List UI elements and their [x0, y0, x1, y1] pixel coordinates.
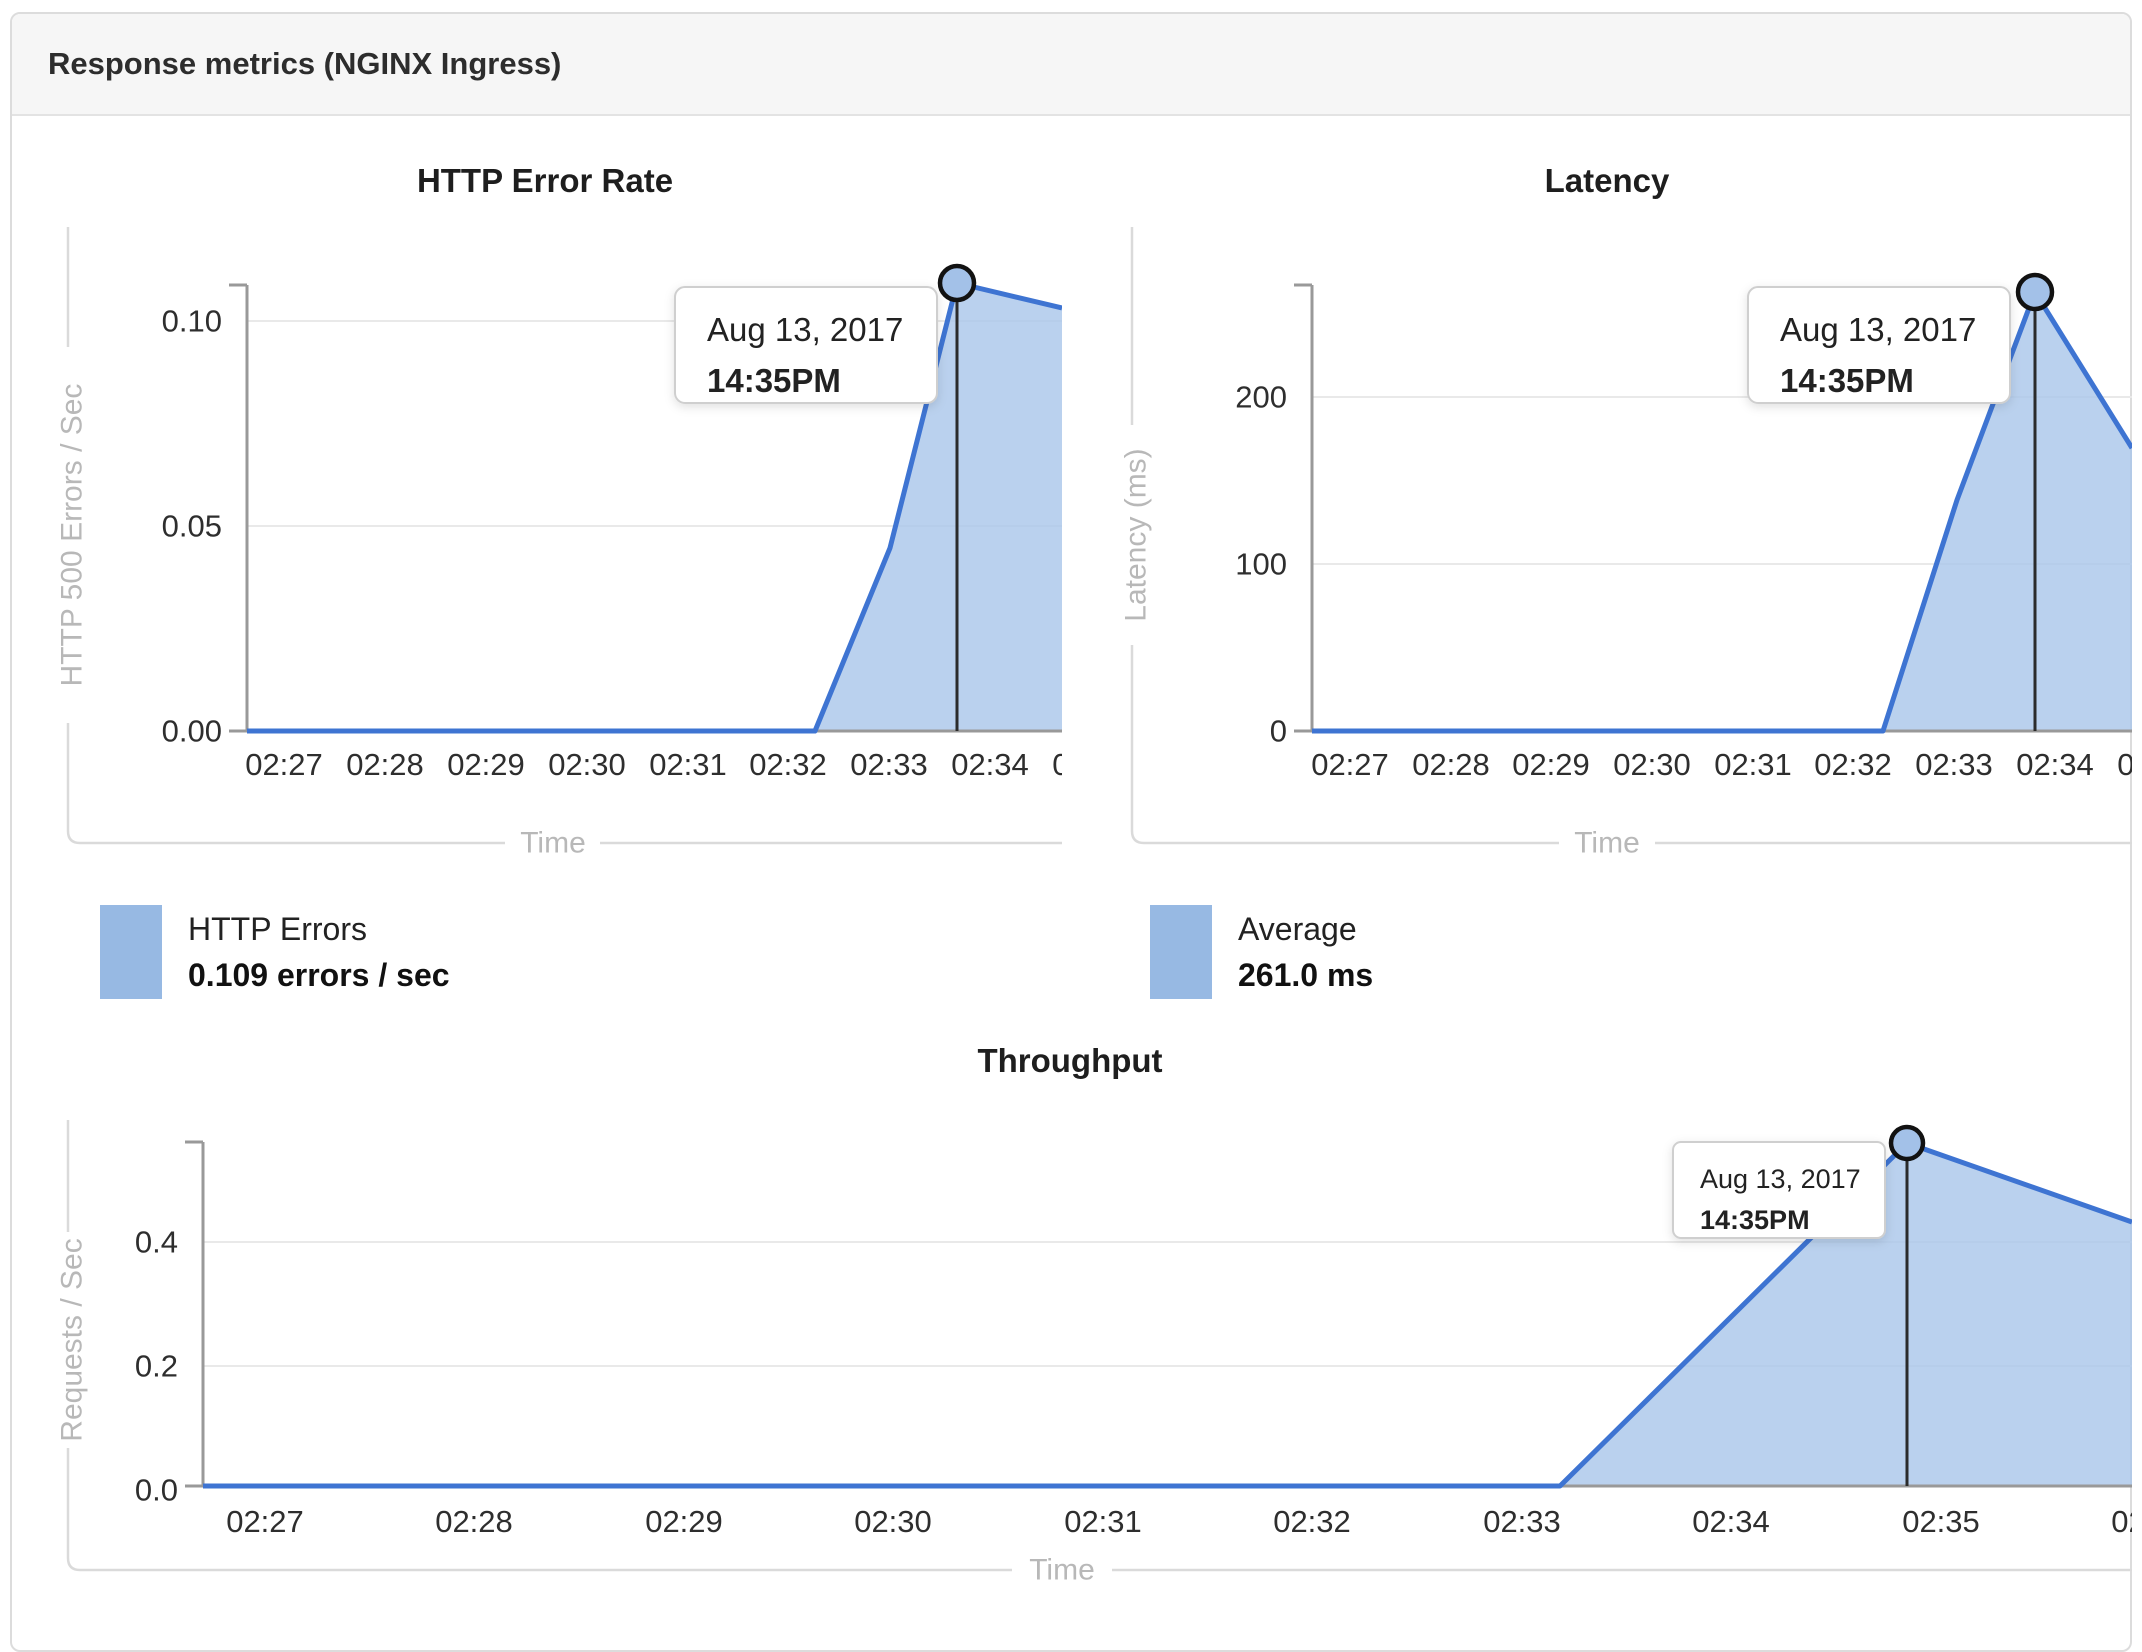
tooltip-time: 14:35PM: [1780, 362, 1914, 399]
legend-value: 0.109 errors / sec: [188, 957, 450, 993]
tooltip-time: 14:35PM: [707, 362, 841, 399]
x-tick-clipped: 02:35: [1052, 747, 1062, 782]
x-tick: 02:32: [1273, 1504, 1351, 1539]
x-axis-title: Time: [1029, 1554, 1095, 1587]
http-error-rate-chart[interactable]: HTTP Error Rate 0.10 0.05 0.00 02:27 02:…: [30, 140, 1062, 870]
tooltip-date: Aug 13, 2017: [707, 311, 903, 348]
y-label-rule-bottom: [66, 723, 505, 845]
panel-title: Response metrics (NGINX Ingress): [48, 46, 562, 81]
tooltip-time: 14:35PM: [1700, 1205, 1810, 1235]
x-axis-title: Time: [1574, 827, 1640, 860]
x-tick: 02:27: [1311, 747, 1389, 782]
y-label-rule-bottom: [1130, 645, 1559, 845]
x-tick: 02:27: [245, 747, 323, 782]
x-tick: 02:29: [645, 1504, 723, 1539]
x-tick: 02:31: [1064, 1504, 1142, 1539]
x-tick: 02:30: [1613, 747, 1691, 782]
x-tick: 02:32: [1814, 747, 1892, 782]
tooltip: Aug 13, 2017 14:35PM: [1747, 286, 2011, 404]
tooltip-date: Aug 13, 2017: [1700, 1164, 1861, 1194]
x-tick: 02:34: [2016, 747, 2094, 782]
y-tick: 0.4: [135, 1225, 178, 1260]
legend-swatch: [100, 905, 162, 999]
x-tick: 02:31: [649, 747, 727, 782]
y-tick: 0.00: [162, 714, 222, 749]
y-axis-title: Latency (ms): [1120, 448, 1153, 621]
x-tick: 02:34: [951, 747, 1029, 782]
chart-title: Latency: [1545, 162, 1670, 199]
y-tick: 0: [1270, 714, 1287, 749]
x-tick: 02:33: [1915, 747, 1993, 782]
y-tick: 0.05: [162, 509, 222, 544]
hover-marker[interactable]: [2015, 272, 2055, 312]
y-tick: 0.0: [135, 1473, 178, 1508]
average-latency-legend: Average 261.0 ms: [1150, 905, 1373, 999]
x-tick: 02:29: [447, 747, 525, 782]
chart-title: Throughput: [977, 1042, 1162, 1079]
x-tick: 02:28: [1412, 747, 1490, 782]
tooltip: Aug 13, 2017 14:35PM: [1672, 1141, 1886, 1239]
tooltip-date: Aug 13, 2017: [1780, 311, 1976, 348]
y-tick: 0.2: [135, 1349, 178, 1384]
y-tick: 100: [1235, 547, 1287, 582]
latency-chart[interactable]: Latency 200 100 0 02:27 02:28 02:29 02:3…: [1100, 140, 2132, 870]
http-errors-legend: HTTP Errors 0.109 errors / sec: [100, 905, 450, 999]
x-tick: 02:32: [749, 747, 827, 782]
x-tick: 02:31: [1714, 747, 1792, 782]
x-tick: 02:28: [346, 747, 424, 782]
x-tick: 02:28: [435, 1504, 513, 1539]
y-axis-title: Requests / Sec: [56, 1238, 89, 1441]
x-tick: 02:35: [1902, 1504, 1980, 1539]
x-tick: 02:30: [854, 1504, 932, 1539]
x-tick: 02:34: [1692, 1504, 1770, 1539]
tooltip: Aug 13, 2017 14:35PM: [674, 286, 938, 404]
y-axis-title: HTTP 500 Errors / Sec: [56, 384, 89, 687]
hover-marker[interactable]: [937, 263, 977, 303]
chart-title: HTTP Error Rate: [417, 162, 673, 199]
x-tick-clipped: 02:36: [2111, 1504, 2132, 1539]
legend-name: Average: [1238, 911, 1357, 947]
y-tick: 200: [1235, 380, 1287, 415]
x-axis-title: Time: [520, 827, 586, 860]
legend-value: 261.0 ms: [1238, 957, 1374, 993]
x-tick: 02:33: [1483, 1504, 1561, 1539]
x-tick: 02:29: [1512, 747, 1590, 782]
x-tick: 02:33: [850, 747, 928, 782]
legend-name: HTTP Errors: [188, 911, 367, 947]
x-tick-clipped: 02:35: [2117, 747, 2132, 782]
legend-swatch: [1150, 905, 1212, 999]
throughput-chart[interactable]: Throughput 0.4 0.2 0.0 02:27 02:28 02:29…: [30, 1040, 2132, 1600]
y-tick: 0.10: [162, 304, 222, 339]
x-tick: 02:27: [226, 1504, 304, 1539]
panel-header: Response metrics (NGINX Ingress): [12, 14, 2130, 116]
hover-marker[interactable]: [1888, 1124, 1926, 1162]
x-tick: 02:30: [548, 747, 626, 782]
